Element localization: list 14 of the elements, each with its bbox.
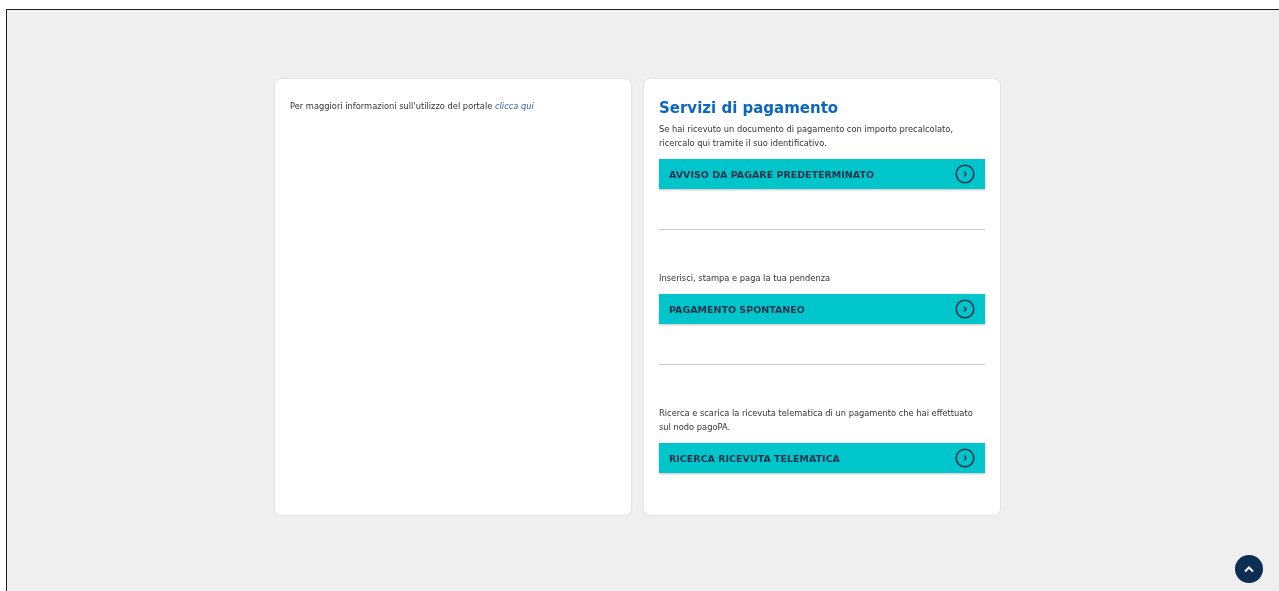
description-text: Se hai ricevuto un documento di pagamento con importo precalcolato, ricercalo qui tramite il suo identificativo. xyxy=(659,123,955,150)
description-text: Inserisci, stampa e paga la tua pendenza xyxy=(659,272,832,285)
chevron-circle-icon xyxy=(955,299,975,319)
service-button[interactable]: PAGAMENTO SPONTANEO xyxy=(659,294,985,324)
chevron-up-icon xyxy=(1243,565,1255,573)
service-button[interactable]: AVVISO DA PAGARE PREDETERMINATO xyxy=(659,159,985,189)
back-to-top-button[interactable] xyxy=(1235,555,1263,583)
info-text: Per maggiori informazioni sull'utilizzo del portale clicca qui xyxy=(290,100,535,112)
chevron-circle-icon xyxy=(955,448,975,468)
help-link[interactable]: clicca qui xyxy=(495,101,534,111)
chevron-circle-icon xyxy=(955,164,975,184)
section-title: Servizi di pagamento xyxy=(659,99,840,117)
service-button[interactable]: RICERCA RICEVUTA TELEMATICA xyxy=(659,443,985,473)
description-text: Ricerca e scarica la ricevuta telematica di un pagamento che hai effettuato sul nodo pagoPA. xyxy=(659,407,974,434)
